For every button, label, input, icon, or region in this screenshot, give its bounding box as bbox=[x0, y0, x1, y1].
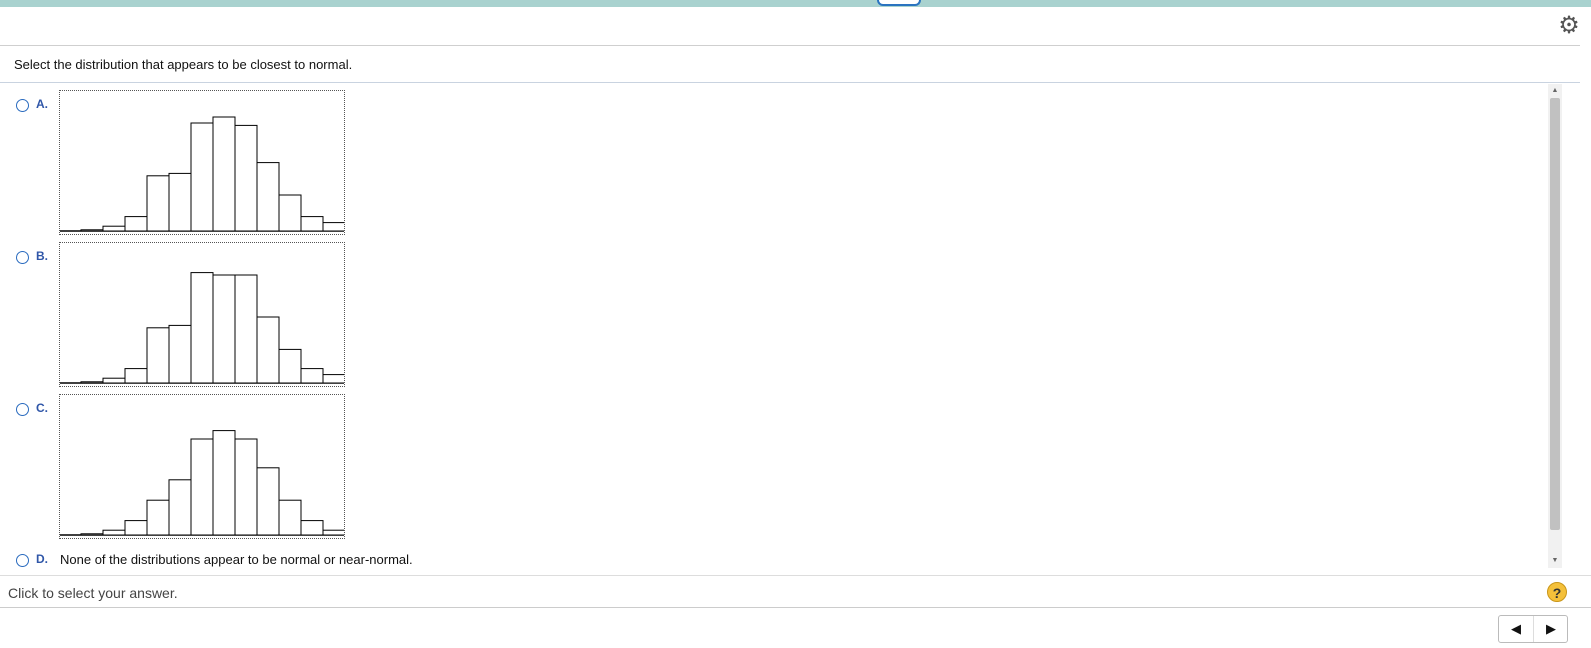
histogram-bar bbox=[234, 438, 258, 536]
histogram-c-svg bbox=[60, 430, 344, 536]
status-text: Click to select your answer. bbox=[8, 585, 178, 601]
histogram-bar bbox=[80, 381, 104, 384]
histogram-bar bbox=[256, 467, 280, 536]
top-tab-indicator[interactable] bbox=[877, 0, 921, 6]
histogram-a[interactable] bbox=[59, 90, 345, 235]
question-nav: ◀ ▶ bbox=[1498, 615, 1568, 643]
histogram-bar bbox=[300, 520, 324, 536]
radio-option-b[interactable] bbox=[16, 251, 29, 264]
next-arrow-icon[interactable]: ▶ bbox=[1534, 616, 1568, 642]
option-d-letter: D. bbox=[36, 552, 48, 566]
histogram-bar bbox=[190, 122, 214, 232]
scroll-up-arrow-icon[interactable]: ▲ bbox=[1548, 84, 1562, 98]
histogram-bar bbox=[80, 533, 104, 536]
histogram-bar bbox=[124, 520, 148, 536]
histogram-bar bbox=[124, 216, 148, 232]
histogram-bar bbox=[190, 438, 214, 536]
histogram-bar bbox=[102, 377, 126, 384]
histogram-bar bbox=[146, 175, 170, 232]
histogram-bar bbox=[102, 225, 126, 232]
option-b-letter: B. bbox=[36, 249, 48, 263]
histogram-bar bbox=[256, 162, 280, 232]
scroll-down-arrow-icon[interactable]: ▼ bbox=[1548, 554, 1562, 568]
radio-option-d[interactable] bbox=[16, 554, 29, 567]
vertical-scrollbar[interactable]: ▲ ▼ bbox=[1548, 84, 1562, 568]
histogram-b-svg bbox=[60, 272, 344, 384]
histogram-bar bbox=[212, 430, 236, 536]
footer-divider bbox=[0, 575, 1591, 576]
histogram-c[interactable] bbox=[59, 394, 345, 539]
histogram-bar bbox=[278, 194, 302, 232]
histogram-bar bbox=[278, 348, 302, 384]
prev-arrow-icon[interactable]: ◀ bbox=[1499, 616, 1534, 642]
header-divider bbox=[0, 45, 1580, 46]
histogram-bar bbox=[300, 368, 324, 384]
histogram-bar bbox=[146, 499, 170, 536]
question-divider bbox=[0, 82, 1580, 83]
histogram-bar bbox=[234, 274, 258, 384]
histogram-bar bbox=[256, 316, 280, 384]
histogram-bar bbox=[212, 274, 236, 384]
answer-area: A. B. C. D. None of the distributions ap… bbox=[0, 88, 1560, 568]
histogram-bar bbox=[168, 479, 192, 536]
nav-divider bbox=[0, 607, 1591, 608]
top-banner bbox=[0, 0, 1591, 7]
histogram-bar bbox=[322, 374, 344, 384]
option-a-letter: A. bbox=[36, 97, 48, 111]
radio-option-a[interactable] bbox=[16, 99, 29, 112]
histogram-bar bbox=[212, 116, 236, 232]
histogram-a-svg bbox=[60, 116, 344, 232]
gear-icon[interactable]: ⚙ bbox=[1557, 14, 1581, 38]
option-d-text: None of the distributions appear to be n… bbox=[60, 552, 413, 567]
histogram-bar bbox=[168, 172, 192, 232]
histogram-bar bbox=[278, 499, 302, 536]
option-c-letter: C. bbox=[36, 401, 48, 415]
histogram-bar bbox=[300, 216, 324, 232]
histogram-bar bbox=[124, 368, 148, 384]
histogram-bar bbox=[190, 272, 214, 384]
help-icon[interactable]: ? bbox=[1547, 582, 1567, 602]
histogram-bar bbox=[322, 529, 344, 536]
histogram-bar bbox=[80, 229, 104, 232]
histogram-b[interactable] bbox=[59, 242, 345, 387]
histogram-bar bbox=[168, 324, 192, 384]
question-text: Select the distribution that appears to … bbox=[14, 57, 353, 72]
histogram-bar bbox=[234, 124, 258, 232]
radio-option-c[interactable] bbox=[16, 403, 29, 416]
histogram-bar bbox=[322, 222, 344, 232]
histogram-bar bbox=[102, 529, 126, 536]
histogram-bar bbox=[146, 327, 170, 384]
scroll-thumb[interactable] bbox=[1550, 98, 1560, 530]
